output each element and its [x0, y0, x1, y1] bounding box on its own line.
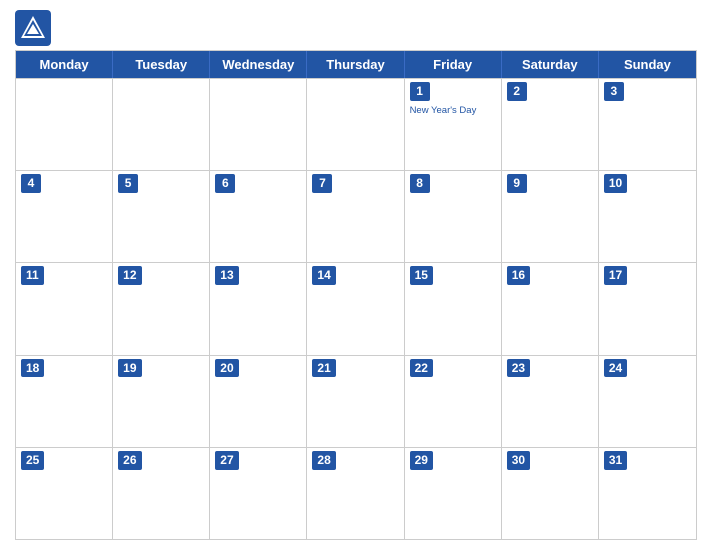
day-number: 27 — [215, 451, 238, 470]
day-cell: 24 — [599, 356, 696, 447]
day-headers: MondayTuesdayWednesdayThursdayFridaySatu… — [16, 51, 696, 78]
day-cell: 7 — [307, 171, 404, 262]
day-cell: 18 — [16, 356, 113, 447]
day-number: 29 — [410, 451, 433, 470]
day-cell: 3 — [599, 79, 696, 170]
day-number: 3 — [604, 82, 624, 101]
day-cell: 10 — [599, 171, 696, 262]
holiday-label: New Year's Day — [410, 105, 477, 116]
day-number: 16 — [507, 266, 530, 285]
day-number: 31 — [604, 451, 627, 470]
day-number: 23 — [507, 359, 530, 378]
day-number: 6 — [215, 174, 235, 193]
day-number: 15 — [410, 266, 433, 285]
day-cell: 13 — [210, 263, 307, 354]
day-cell: 31 — [599, 448, 696, 539]
day-cell: 23 — [502, 356, 599, 447]
day-cell: 16 — [502, 263, 599, 354]
day-cell — [210, 79, 307, 170]
day-number: 25 — [21, 451, 44, 470]
day-cell: 20 — [210, 356, 307, 447]
day-number: 2 — [507, 82, 527, 101]
day-cell: 25 — [16, 448, 113, 539]
day-cell: 9 — [502, 171, 599, 262]
logo — [15, 10, 55, 46]
day-cell: 15 — [405, 263, 502, 354]
day-header-tuesday: Tuesday — [113, 51, 210, 78]
day-cell: 8 — [405, 171, 502, 262]
logo-icon — [15, 10, 51, 46]
day-number: 12 — [118, 266, 141, 285]
week-row-5: 25 26 27 28 29 30 31 — [16, 447, 696, 539]
week-row-2: 4 5 6 7 8 9 10 — [16, 170, 696, 262]
day-number: 24 — [604, 359, 627, 378]
day-number: 17 — [604, 266, 627, 285]
day-cell: 14 — [307, 263, 404, 354]
day-number: 18 — [21, 359, 44, 378]
week-row-3: 11 12 13 14 15 16 17 — [16, 262, 696, 354]
day-cell: 6 — [210, 171, 307, 262]
weeks: 1New Year's Day2345678910111213141516171… — [16, 78, 696, 539]
header — [15, 10, 697, 46]
day-cell: 21 — [307, 356, 404, 447]
day-header-wednesday: Wednesday — [210, 51, 307, 78]
day-cell: 1 New Year's Day — [405, 79, 502, 170]
day-cell: 29 — [405, 448, 502, 539]
day-number: 1 — [410, 82, 430, 101]
day-cell: 12 — [113, 263, 210, 354]
day-cell — [307, 79, 404, 170]
day-header-friday: Friday — [405, 51, 502, 78]
day-number: 28 — [312, 451, 335, 470]
day-number: 14 — [312, 266, 335, 285]
day-cell: 30 — [502, 448, 599, 539]
day-number: 7 — [312, 174, 332, 193]
day-number: 26 — [118, 451, 141, 470]
day-cell: 17 — [599, 263, 696, 354]
day-number: 5 — [118, 174, 138, 193]
week-row-1: 1 New Year's Day 2 3 — [16, 78, 696, 170]
day-cell — [16, 79, 113, 170]
day-number: 30 — [507, 451, 530, 470]
day-cell — [113, 79, 210, 170]
day-cell: 27 — [210, 448, 307, 539]
day-number: 19 — [118, 359, 141, 378]
day-cell: 22 — [405, 356, 502, 447]
day-number: 4 — [21, 174, 41, 193]
day-number: 22 — [410, 359, 433, 378]
calendar: MondayTuesdayWednesdayThursdayFridaySatu… — [15, 50, 697, 540]
day-header-saturday: Saturday — [502, 51, 599, 78]
day-number: 13 — [215, 266, 238, 285]
day-cell: 26 — [113, 448, 210, 539]
day-cell: 5 — [113, 171, 210, 262]
week-row-4: 18 19 20 21 22 23 24 — [16, 355, 696, 447]
day-number: 11 — [21, 266, 44, 285]
day-number: 10 — [604, 174, 627, 193]
day-header-sunday: Sunday — [599, 51, 696, 78]
day-number: 20 — [215, 359, 238, 378]
day-cell: 11 — [16, 263, 113, 354]
day-header-thursday: Thursday — [307, 51, 404, 78]
day-cell: 19 — [113, 356, 210, 447]
day-cell: 28 — [307, 448, 404, 539]
day-number: 21 — [312, 359, 335, 378]
day-cell: 4 — [16, 171, 113, 262]
day-number: 8 — [410, 174, 430, 193]
day-cell: 2 — [502, 79, 599, 170]
day-number: 9 — [507, 174, 527, 193]
day-header-monday: Monday — [16, 51, 113, 78]
